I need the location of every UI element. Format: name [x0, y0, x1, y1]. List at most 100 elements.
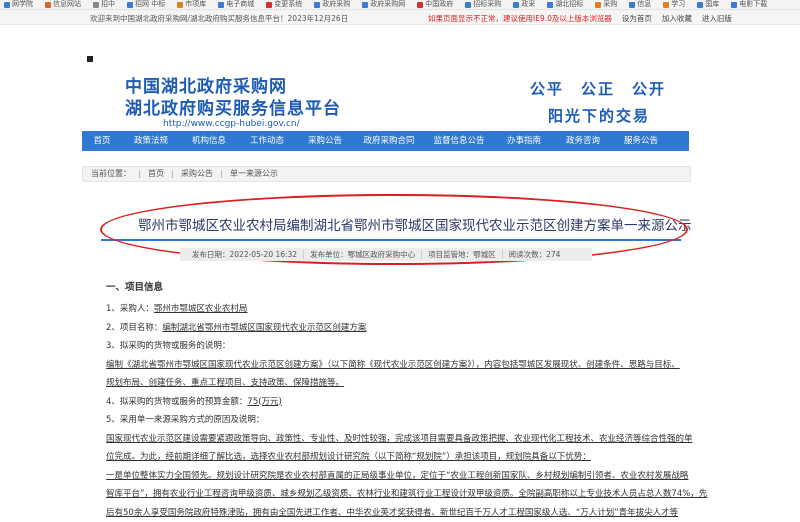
breadcrumb-label: 当前位置：	[91, 169, 131, 178]
bookmark-label: 湖北招标	[555, 0, 583, 9]
publish-unit: 发布单位：鄂城区政府采购中心	[310, 248, 415, 261]
line-value: 编制湖北省鄂州市鄂城区国家现代农业示范区创建方案	[162, 323, 366, 333]
old-version-link[interactable]: 进入旧版	[702, 13, 732, 24]
bookmark-icon	[595, 2, 601, 8]
bookmark-item[interactable]: 湖北招标	[547, 0, 583, 9]
breadcrumb-notices[interactable]: 采购公告	[181, 169, 213, 178]
bookmark-item[interactable]: 采购	[595, 0, 617, 9]
article-line: 后有50余人享受国务院政府特殊津贴，拥有由全国先进工作者、中华农业英才奖获得者、…	[106, 504, 686, 522]
article-line: 智库平台”，拥有农业行业工程咨询甲级资质、城乡规划乙级资质、农林行业和建筑行业工…	[106, 485, 686, 504]
line-value: 后有50余人享受国务院政府特殊津贴，拥有由全国先进工作者、中华农业英才奖获得者、…	[106, 508, 678, 518]
line-value: 一是单位整体实力全国领先。规划设计研究院是农业农村部直属的正局级事业单位，定位于…	[106, 471, 688, 481]
bookmark-item[interactable]: 招中	[93, 0, 115, 9]
line-label: 3、拟采购的货物或服务的说明：	[106, 341, 230, 351]
nav-guide[interactable]: 办事指南	[494, 131, 554, 151]
nav-contracts[interactable]: 政府采购合同	[354, 131, 424, 151]
nav-work-news[interactable]: 工作动态	[238, 131, 296, 151]
article-meta: 发布日期：2022-05-20 16:32 发布单位：鄂城区政府采购中心 项目监…	[180, 248, 592, 261]
article-line: 编制《湖北省鄂州市鄂城区国家现代农业示范区创建方案》（以下简称《现代农业示范区创…	[106, 356, 686, 375]
bookmark-item[interactable]: 招网 中标	[127, 0, 165, 9]
bookmark-label: 市项库	[185, 0, 206, 9]
bookmark-icon	[465, 2, 471, 8]
bookmark-icon	[177, 2, 183, 8]
bookmark-item[interactable]: 国库	[697, 0, 719, 9]
set-homepage-link[interactable]: 设为首页	[622, 13, 652, 24]
browser-warning: 如果页面显示不正常，建议使用IE9.0及以上版本浏览器	[428, 13, 612, 24]
bookmark-item[interactable]: 市项库	[177, 0, 206, 9]
bookmark-icon	[629, 2, 635, 8]
bookmark-label: 电影下载	[739, 0, 767, 9]
bookmark-icon	[218, 2, 224, 8]
article-line: 2、项目名称：编制湖北省鄂州市鄂城区国家现代农业示范区创建方案	[106, 319, 686, 338]
bookmark-label: 电子商城	[226, 0, 254, 9]
section-heading: 一、项目信息	[106, 279, 686, 293]
slogan-fair: 公平 公正 公开	[530, 78, 666, 99]
bookmark-icon	[663, 2, 669, 8]
slogan-sunshine: 阳光下的交易	[548, 105, 650, 126]
bookmark-icon	[93, 2, 99, 8]
bookmark-item[interactable]: 学习	[663, 0, 685, 9]
bookmark-icon	[45, 2, 51, 8]
bookmark-label: 中国政府	[425, 0, 453, 9]
bookmark-label: 招标采购	[473, 0, 501, 9]
bookmark-label: 政府采购网	[370, 0, 405, 9]
breadcrumb-home[interactable]: 首页	[148, 169, 164, 178]
article-line: 规划布局、创建任务、重点工程项目、支持政策、保障措施等。	[106, 374, 686, 393]
nav-policy[interactable]: 政策法规	[122, 131, 180, 151]
line-label: 5、采用单一来源采购方式的原因及说明：	[106, 415, 264, 425]
nav-service-notices[interactable]: 服务公告	[612, 131, 670, 151]
bookmark-label: 网学院	[12, 0, 33, 9]
bookmark-item[interactable]: 电子商城	[218, 0, 254, 9]
bookmark-label: 学习	[671, 0, 685, 9]
bookmark-icon	[697, 2, 703, 8]
supervision-area: 项目监管地：鄂城区	[428, 248, 496, 261]
bookmark-icon	[547, 2, 553, 8]
nav-supervision[interactable]: 监督信息公告	[424, 131, 494, 151]
bookmark-item[interactable]: 政采	[513, 0, 535, 9]
bookmark-item[interactable]: 中国政府	[417, 0, 453, 9]
site-header: 中国湖北政府采购网 湖北政府购买服务信息平台 http://www.ccgp-h…	[0, 25, 800, 128]
breadcrumb: 当前位置： 首页 采购公告 单一来源公示	[82, 166, 691, 182]
top-bar: 欢迎来到中国湖北政府采购网/湖北政府购买服务信息平台！2023年12月26日 如…	[0, 10, 800, 25]
bookmark-item[interactable]: 政府采购	[314, 0, 350, 9]
line-value: 国家现代农业示范区建设需要紧跟政策导向、政策性、专业性、及时性较强，完成该项目需…	[106, 434, 693, 444]
bookmark-label: 招中	[101, 0, 115, 9]
bookmark-item[interactable]: 变更系统	[266, 0, 302, 9]
site-subtitle[interactable]: 湖北政府购买服务信息平台	[125, 94, 341, 119]
line-label: 1、采购人：	[106, 304, 154, 314]
bookmark-icon	[731, 2, 737, 8]
bookmark-label: 信息	[637, 0, 651, 9]
bookmark-item[interactable]: 网学院	[4, 0, 33, 9]
line-value: 鄂州市鄂城区农业农村局	[154, 304, 248, 314]
add-favorite-link[interactable]: 加入收藏	[662, 13, 692, 24]
bookmark-item[interactable]: 政府采购网	[362, 0, 405, 9]
line-value: 智库平台”，拥有农业行业工程咨询甲级资质、城乡规划乙级资质、农林行业和建筑行业工…	[106, 489, 707, 499]
bookmark-item[interactable]: 信息网站	[45, 0, 81, 9]
article-line: 一是单位整体实力全国领先。规划设计研究院是农业农村部直属的正局级事业单位，定位于…	[106, 467, 686, 486]
line-label: 4、拟采购的货物或服务的预算金额：	[106, 397, 247, 407]
site-url: http://www.ccgp-hubei.gov.cn/	[163, 119, 300, 129]
breadcrumb-current: 单一来源公示	[230, 169, 278, 178]
nav-agencies[interactable]: 机构信息	[180, 131, 238, 151]
article-line: 5、采用单一来源采购方式的原因及说明：	[106, 411, 686, 430]
bookmark-icon	[266, 2, 272, 8]
nav-home[interactable]: 首页	[82, 131, 122, 151]
nav-procurement-notices[interactable]: 采购公告	[296, 131, 354, 151]
bookmark-icon	[127, 2, 133, 8]
line-value: 位完成。为此，经前期详细了解比选，选择农业农村部规划设计研究院（以下简称“规划院…	[106, 452, 591, 462]
nav-consult[interactable]: 政务咨询	[554, 131, 612, 151]
bookmark-icon	[513, 2, 519, 8]
publish-date: 发布日期：2022-05-20 16:32	[192, 248, 297, 261]
broken-image-icon	[87, 56, 93, 62]
top-links: 如果页面显示不正常，建议使用IE9.0及以上版本浏览器 设为首页 加入收藏 进入…	[428, 13, 732, 24]
welcome-text: 欢迎来到中国湖北政府采购网/湖北政府购买服务信息平台！2023年12月26日	[90, 13, 348, 24]
bookmark-label: 政采	[521, 0, 535, 9]
bookmark-icon	[4, 2, 10, 8]
article-line: 3、拟采购的货物或服务的说明：	[106, 337, 686, 356]
bookmark-label: 国库	[705, 0, 719, 9]
bookmark-label: 政府采购	[322, 0, 350, 9]
bookmark-item[interactable]: 电影下载	[731, 0, 767, 9]
bookmark-label: 变更系统	[274, 0, 302, 9]
bookmark-item[interactable]: 招标采购	[465, 0, 501, 9]
bookmark-item[interactable]: 信息	[629, 0, 651, 9]
